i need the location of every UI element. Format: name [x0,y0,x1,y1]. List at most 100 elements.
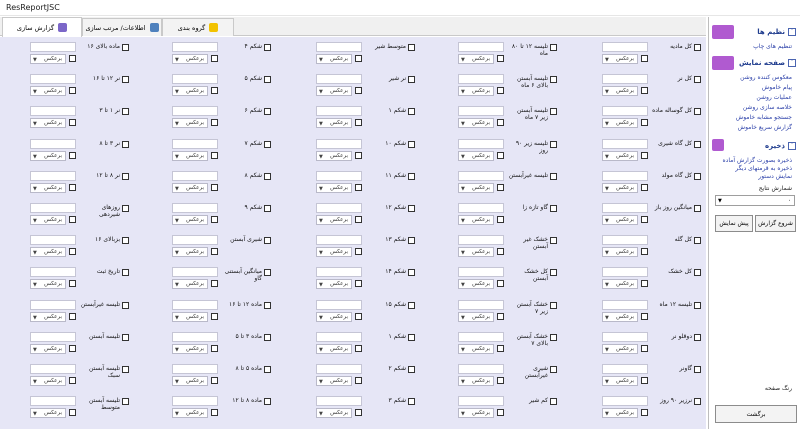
sort-checkbox[interactable] [211,183,218,191]
field-value-input[interactable] [30,42,76,52]
field-checkbox[interactable] [408,172,415,180]
field-value-input[interactable] [602,106,648,117]
sort-checkbox[interactable] [641,280,648,288]
sort-checkbox[interactable] [641,409,648,417]
sort-checkbox[interactable] [69,216,76,223]
field-checkbox[interactable] [408,269,415,277]
sort-checkbox[interactable] [641,344,648,352]
sort-direction-select[interactable]: ▼ برعکس [458,247,494,258]
field-checkbox[interactable] [408,301,415,309]
sort-direction-select[interactable]: ▼ برعکس [172,118,208,129]
field-checkbox[interactable] [408,237,415,245]
sort-direction-select[interactable]: ▼ برعکس [172,343,208,354]
sort-direction-select[interactable]: ▼ برعکس [172,279,208,290]
sort-direction-select[interactable]: ▼ برعکس [458,182,494,193]
sort-checkbox[interactable] [641,55,648,62]
field-value-input[interactable] [602,396,648,407]
sort-checkbox[interactable] [211,377,218,384]
sort-checkbox[interactable] [211,151,218,159]
sort-checkbox[interactable] [211,248,218,256]
field-value-input[interactable] [30,364,76,374]
sort-direction-select[interactable]: ▼ برعکس [316,247,352,258]
sort-direction-select[interactable]: ▼ برعکس [172,54,208,64]
field-value-input[interactable] [172,42,218,52]
sort-checkbox[interactable] [211,55,218,62]
field-value-input[interactable] [172,364,218,374]
sort-checkbox[interactable] [211,119,218,127]
sort-direction-select[interactable]: ▼ برعکس [602,54,638,64]
field-value-input[interactable] [316,267,362,278]
sort-checkbox[interactable] [497,216,504,223]
sort-checkbox[interactable] [355,119,362,127]
field-checkbox[interactable] [550,269,557,277]
field-checkbox[interactable] [408,333,415,341]
display-link[interactable]: گزارش سریع خاموش [738,124,792,131]
sort-checkbox[interactable] [211,312,218,320]
sort-checkbox[interactable] [497,183,504,191]
field-value-input[interactable] [458,106,504,117]
field-checkbox[interactable] [122,333,129,341]
sort-checkbox[interactable] [641,151,648,159]
sort-direction-select[interactable]: ▼ برعکس [30,408,66,419]
sort-direction-select[interactable]: ▼ برعکس [316,150,352,161]
results-count-dropdown[interactable]: ▼ ۰ [715,195,795,206]
sort-direction-select[interactable]: ▼ برعکس [30,86,66,97]
field-checkbox[interactable] [694,366,701,373]
display-link[interactable]: خلاصه سازی روشن [743,104,792,111]
field-checkbox[interactable] [550,237,557,245]
sort-direction-select[interactable]: ▼ برعکس [172,150,208,161]
field-value-input[interactable] [316,42,362,52]
field-value-input[interactable] [172,299,218,310]
sort-direction-select[interactable]: ▼ برعکس [30,215,66,225]
sort-checkbox[interactable] [69,312,76,320]
field-value-input[interactable] [30,267,76,278]
display-section-header[interactable]: صفحه نمایش ˄ [710,54,796,72]
sort-checkbox[interactable] [497,87,504,95]
sort-direction-select[interactable]: ▼ برعکس [602,311,638,322]
sort-direction-select[interactable]: ▼ برعکس [602,86,638,97]
field-checkbox[interactable] [550,398,557,406]
sort-direction-select[interactable]: ▼ برعکس [316,279,352,290]
field-value-input[interactable] [316,106,362,117]
field-checkbox[interactable] [264,140,271,148]
field-value-input[interactable] [316,235,362,246]
field-value-input[interactable] [458,138,504,149]
sort-checkbox[interactable] [69,377,76,384]
field-checkbox[interactable] [694,237,701,245]
sort-direction-select[interactable]: ▼ برعکس [172,376,208,386]
field-checkbox[interactable] [264,205,271,212]
sort-direction-select[interactable]: ▼ برعکس [172,311,208,322]
field-value-input[interactable] [602,42,648,52]
field-value-input[interactable] [30,331,76,342]
field-value-input[interactable] [172,267,218,278]
field-checkbox[interactable] [408,366,415,373]
field-checkbox[interactable] [122,172,129,180]
sort-checkbox[interactable] [497,409,504,417]
field-value-input[interactable] [172,74,218,85]
field-value-input[interactable] [316,331,362,342]
field-value-input[interactable] [458,299,504,310]
field-value-input[interactable] [602,364,648,374]
field-value-input[interactable] [30,74,76,85]
sort-checkbox[interactable] [211,87,218,95]
field-value-input[interactable] [458,235,504,246]
sort-direction-select[interactable]: ▼ برعکس [602,118,638,129]
sort-checkbox[interactable] [497,280,504,288]
sort-direction-select[interactable]: ▼ برعکس [316,408,352,419]
field-value-input[interactable] [458,364,504,374]
display-link[interactable]: پیام خاموش [762,84,792,91]
sort-direction-select[interactable]: ▼ برعکس [458,343,494,354]
sort-direction-select[interactable]: ▼ برعکس [30,182,66,193]
sort-direction-select[interactable]: ▼ برعکس [30,376,66,386]
field-checkbox[interactable] [122,140,129,148]
sort-direction-select[interactable]: ▼ برعکس [316,343,352,354]
save-link[interactable]: ذخیره بصورت گزارش آماده [723,157,792,164]
sort-checkbox[interactable] [211,409,218,417]
field-value-input[interactable] [316,203,362,213]
field-checkbox[interactable] [694,333,701,341]
field-checkbox[interactable] [122,269,129,277]
field-checkbox[interactable] [694,269,701,277]
sort-checkbox[interactable] [497,151,504,159]
field-checkbox[interactable] [264,76,271,84]
sort-checkbox[interactable] [355,248,362,256]
